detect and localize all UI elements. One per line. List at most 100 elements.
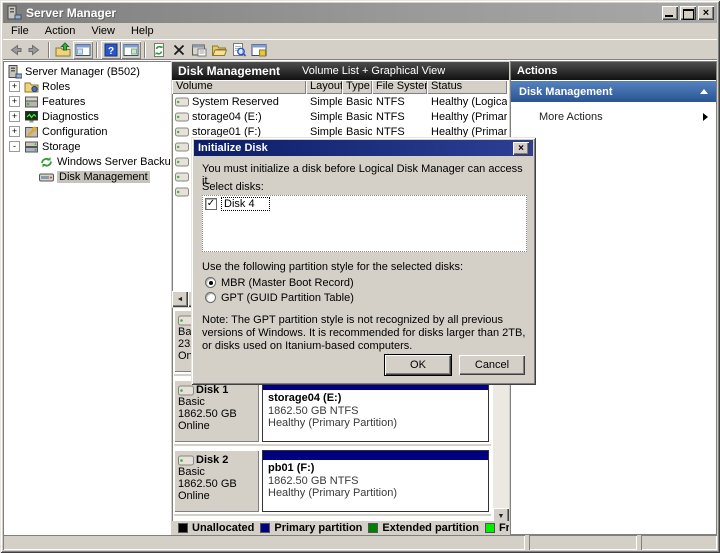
volume-row[interactable]: storage04 (E:) Simple Basic NTFS Healthy… [172, 109, 509, 124]
disk1-info[interactable]: Disk 1 Basic 1862.50 GB Online [174, 380, 259, 442]
tree-label: Storage [42, 140, 81, 153]
tree-item-features[interactable]: + Features [3, 94, 171, 109]
disk-state: Online [178, 490, 210, 502]
volume-layout: Simple [310, 95, 342, 108]
volume-name: storage04 (E:) [192, 110, 262, 123]
menu-view[interactable]: View [83, 23, 123, 39]
back-icon[interactable] [5, 41, 25, 59]
legend-swatch [368, 523, 379, 533]
partition-status: Healthy (Primary Partition) [268, 417, 397, 429]
console-window-icon[interactable] [249, 41, 269, 59]
storage-icon [24, 140, 39, 154]
up-one-level-icon[interactable] [53, 41, 73, 59]
legend-label: Free spa [498, 522, 509, 534]
menu-bar: File Action View Help [3, 23, 717, 40]
disk1-partition[interactable]: storage04 (E:) 1862.50 GB NTFS Healthy (… [262, 380, 489, 442]
toolbar-separator [144, 41, 146, 58]
collapse-icon[interactable]: - [9, 141, 20, 152]
show-action-pane-icon[interactable] [121, 41, 141, 59]
disk-select-listbox[interactable]: ✓ Disk 4 [202, 195, 527, 252]
actions-group-disk-management[interactable]: Disk Management [511, 81, 716, 102]
properties-icon[interactable] [189, 41, 209, 59]
partition-size: 1862.50 GB NTFS [268, 405, 359, 417]
volume-row[interactable]: System Reserved Simple Basic NTFS Health… [172, 94, 509, 109]
partition-label: pb01 (F:) [268, 462, 315, 474]
disk2-partition[interactable]: pb01 (F:) 1862.50 GB NTFS Healthy (Prima… [262, 450, 489, 512]
delete-icon[interactable] [169, 41, 189, 59]
server-manager-window: Server Manager × File Action View Help ? [0, 0, 720, 553]
scroll-left-icon[interactable]: ◄ [172, 291, 188, 307]
toolbar-separator [96, 41, 98, 58]
disk-state: Online [178, 420, 210, 432]
column-volume[interactable]: Volume [172, 80, 306, 94]
volume-icon [175, 172, 189, 181]
column-status[interactable]: Status [427, 80, 507, 94]
volume-icon [175, 127, 189, 136]
volume-fs: NTFS [376, 95, 405, 108]
configuration-icon [24, 125, 39, 139]
collapse-caret-icon[interactable] [700, 89, 708, 94]
actions-group-label: Disk Management [519, 85, 613, 98]
expand-icon[interactable]: + [9, 96, 20, 107]
column-type[interactable]: Type [342, 80, 372, 94]
window-title: Server Manager [26, 6, 117, 20]
tree-label: Configuration [42, 125, 108, 138]
initialize-disk-dialog: Initialize Disk × You must initialize a … [191, 137, 536, 385]
menu-file[interactable]: File [3, 23, 37, 39]
volume-type: Basic [346, 125, 372, 138]
actions-pane: Actions Disk Management More Actions [510, 61, 717, 535]
open-folder-icon[interactable] [209, 41, 229, 59]
find-icon[interactable] [229, 41, 249, 59]
disk-item-label[interactable]: Disk 4 [221, 197, 270, 211]
toolbar: ? [3, 40, 717, 60]
column-file-system[interactable]: File System [372, 80, 427, 94]
legend-swatch [178, 523, 188, 533]
refresh-icon[interactable] [149, 41, 169, 59]
partition-size: 1862.50 GB NTFS [268, 475, 359, 487]
diagnostics-icon [24, 110, 39, 124]
volume-layout: Simple [310, 110, 342, 123]
radio-unselected-icon[interactable] [205, 292, 216, 303]
dialog-body: You must initialize a disk before Logica… [194, 156, 533, 382]
menu-help[interactable]: Help [123, 23, 162, 39]
menu-action[interactable]: Action [37, 23, 84, 39]
status-segment [3, 535, 525, 550]
maximize-button[interactable] [680, 6, 696, 20]
status-bar [3, 535, 717, 550]
forward-icon[interactable] [25, 41, 45, 59]
more-actions-item[interactable]: More Actions [511, 108, 716, 126]
windows-server-backup-icon [39, 155, 54, 169]
disk-row-1[interactable]: Disk 1 Basic 1862.50 GB Online storage04… [174, 378, 491, 446]
tree-item-windows-server-backup[interactable]: Windows Server Backup [3, 154, 171, 169]
toolbar-separator [48, 41, 50, 58]
disk-list-item[interactable]: ✓ Disk 4 [205, 197, 524, 211]
disk-row-2[interactable]: Disk 2 Basic 1862.50 GB Online pb01 (F:)… [174, 448, 491, 516]
expand-icon[interactable]: + [9, 111, 20, 122]
ok-button[interactable]: OK [384, 354, 452, 376]
radio-gpt[interactable]: GPT (GUID Partition Table) [205, 290, 525, 305]
tree-item-roles[interactable]: + Roles [3, 79, 171, 94]
minimize-button[interactable] [662, 6, 678, 20]
radio-selected-icon[interactable] [205, 277, 216, 288]
tree-item-disk-management[interactable]: Disk Management [3, 169, 171, 184]
dialog-close-icon[interactable]: × [513, 141, 529, 155]
tree-item-configuration[interactable]: + Configuration [3, 124, 171, 139]
status-segment [529, 535, 637, 550]
volume-status: Healthy (Logical D [431, 95, 507, 108]
dialog-title-bar: Initialize Disk × [194, 140, 533, 156]
tree-item-server-manager[interactable]: Server Manager (B502) [3, 64, 171, 79]
expand-icon[interactable]: + [9, 81, 20, 92]
tree-item-storage[interactable]: - Storage [3, 139, 171, 154]
show-console-tree-icon[interactable] [73, 41, 93, 59]
disk2-info[interactable]: Disk 2 Basic 1862.50 GB Online [174, 450, 259, 512]
column-layout[interactable]: Layout [306, 80, 342, 94]
cancel-button[interactable]: Cancel [459, 355, 525, 375]
tree-item-diagnostics[interactable]: + Diagnostics [3, 109, 171, 124]
radio-mbr[interactable]: MBR (Master Boot Record) [205, 275, 525, 290]
close-button[interactable]: × [698, 6, 714, 20]
volume-name: System Reserved [192, 95, 279, 108]
expand-icon[interactable]: + [9, 126, 20, 137]
checkbox-checked-icon[interactable]: ✓ [205, 198, 217, 210]
help-icon[interactable]: ? [101, 41, 121, 59]
volume-layout: Simple [310, 125, 342, 138]
